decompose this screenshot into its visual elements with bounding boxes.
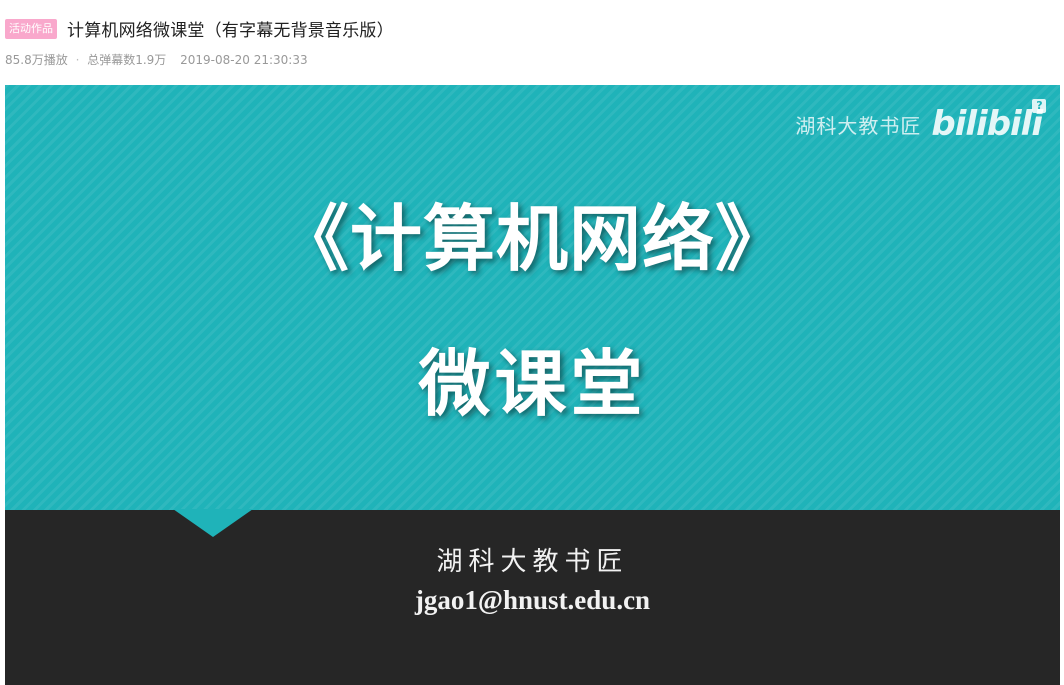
video-meta: 85.8万播放 · 总弹幕数1.9万 2019-08-20 21:30:33 xyxy=(5,51,308,68)
meta-separator: · xyxy=(75,53,80,67)
title-row: 活动作品 计算机网络微课堂（有字幕无背景音乐版） xyxy=(5,16,394,41)
publish-date: 2019-08-20 21:30:33 xyxy=(180,53,308,67)
slide-title-area xyxy=(5,85,1060,510)
slide-email: jgao1@hnust.edu.cn xyxy=(414,585,651,615)
bilibili-logo-icon: bilibili ? xyxy=(931,99,1046,144)
watermark-text: 湖科大教书匠 xyxy=(795,113,922,138)
danmaku-count: 总弹幕数1.9万 xyxy=(87,53,167,67)
video-title: 计算机网络微课堂（有字幕无背景音乐版） xyxy=(67,21,394,41)
activity-badge[interactable]: 活动作品 xyxy=(5,18,57,39)
watermark-badge: ? xyxy=(1032,99,1046,113)
video-header: 活动作品 计算机网络微课堂（有字幕无背景音乐版） 85.8万播放 · 总弹幕数1… xyxy=(0,0,1064,85)
slide-title: 《计算机网络》 xyxy=(276,197,788,281)
bilibili-watermark: 湖科大教书匠 bilibili ? xyxy=(795,99,1046,144)
video-player[interactable]: 湖科大教书匠 bilibili ? 《计算机网络》 微课堂 湖科大教书匠 jga… xyxy=(5,85,1060,685)
slide-author: 湖科大教书匠 xyxy=(436,547,629,577)
slide-subtitle: 微课堂 xyxy=(418,342,647,426)
play-count: 85.8万播放 xyxy=(5,53,68,67)
watermark-logo-text: bilibili xyxy=(931,104,1043,144)
